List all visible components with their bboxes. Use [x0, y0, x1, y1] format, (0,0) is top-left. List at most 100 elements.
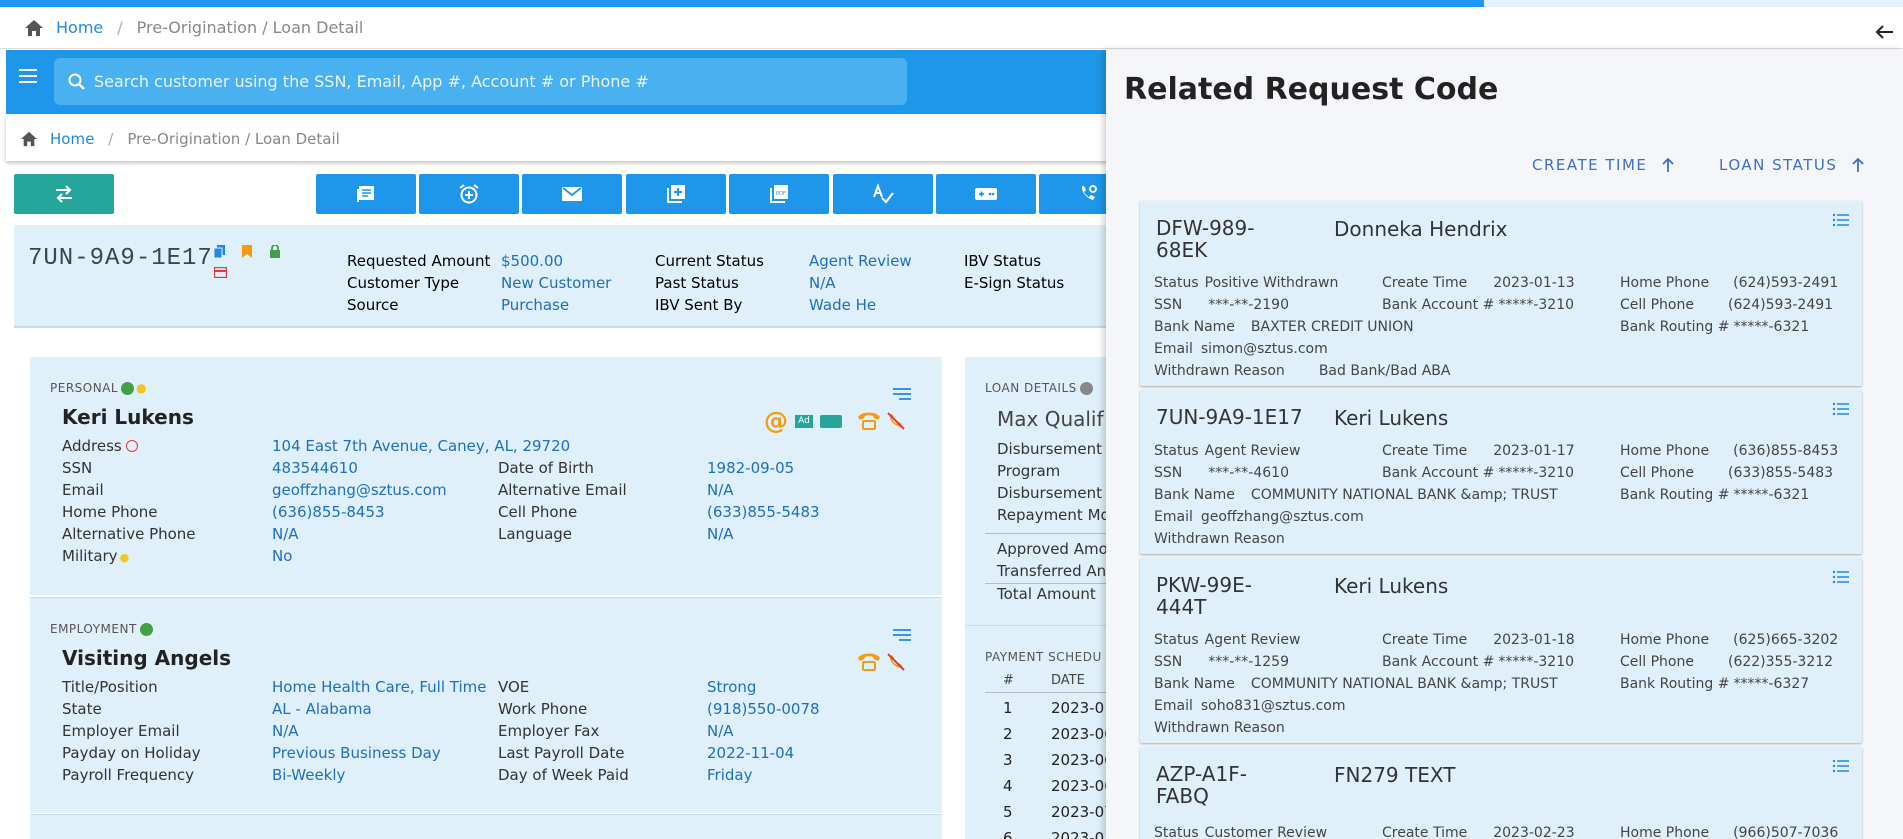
copy-icon[interactable] [214, 245, 226, 258]
personal-card: PERSONAL ● Keri Lukens @ Ad Address 104 … [30, 357, 942, 595]
phone-settings-icon [1077, 183, 1099, 205]
back-arrow-icon[interactable] [1875, 24, 1895, 40]
list-icon[interactable] [892, 387, 912, 401]
employer-email-value: N/A [272, 722, 299, 740]
phone-settings-button[interactable] [1039, 174, 1116, 214]
keyboard-icon[interactable] [820, 415, 842, 428]
request-bank-routing: Bank Routing # *****-6321 [1620, 487, 1810, 503]
loan-summary-card: 7UN-9A9-1E17 Requested Amount $500.00 Cu… [14, 225, 1114, 328]
notes-button[interactable] [316, 174, 416, 214]
request-status: Status Agent Review [1154, 632, 1301, 648]
alarm-add-icon [458, 183, 480, 205]
app-header: Search customer using the SSN, Email, Ap… [6, 50, 1116, 114]
list-icon[interactable] [1832, 570, 1850, 584]
request-card[interactable]: PKW-99E-444T Keri Lukens Status Agent Rev… [1140, 558, 1862, 743]
credit-card-icon[interactable] [214, 267, 227, 278]
gamepad-button[interactable] [936, 174, 1036, 214]
schedule-header-date: DATE [1051, 673, 1085, 688]
request-card[interactable]: AZP-A1F-FABQ FN279 TEXT Status Customer R… [1140, 747, 1862, 839]
title-label: Title/Position [62, 678, 158, 696]
work-phone-label: Work Phone [498, 700, 588, 718]
state-label: State [62, 700, 102, 718]
request-code: PKW-99E-444T [1156, 573, 1252, 619]
request-status: Status Positive Withdrawn [1154, 275, 1339, 291]
breadcrumb-current: Pre-Origination / Loan Detail [127, 130, 340, 148]
phone-icon[interactable] [856, 650, 882, 672]
spellcheck-button[interactable] [833, 174, 933, 214]
request-home-phone: Home Phone (966)507-7036 [1620, 825, 1839, 839]
no-call-icon[interactable] [886, 411, 906, 431]
breadcrumb-separator: / [108, 130, 114, 148]
language-label: Language [498, 525, 573, 543]
military-value: No [272, 547, 293, 565]
payroll-frequency-label: Payroll Frequency [62, 766, 195, 784]
sort-create-time[interactable]: CREATE TIME [1532, 156, 1675, 174]
request-bank-name: Bank Name BAXTER CREDIT UNION [1154, 319, 1414, 335]
verified-check-icon [121, 381, 135, 395]
phone-icon[interactable] [856, 409, 882, 431]
sort-loan-status[interactable]: LOAN STATUS [1719, 156, 1865, 174]
lightbulb-icon: ● [119, 551, 130, 564]
payment-schedule-title: PAYMENT SCHEDU [985, 650, 1102, 664]
library-add-button[interactable] [626, 174, 726, 214]
request-bank-routing: Bank Routing # *****-6327 [1620, 676, 1810, 692]
request-code: 7UN-9A9-1E17 [1156, 405, 1303, 429]
help-icon [1079, 381, 1093, 395]
payday-holiday-label: Payday on Holiday [62, 744, 201, 762]
language-value: N/A [707, 525, 734, 543]
panel-title: Related Request Code [1124, 72, 1499, 107]
request-bank-routing: Bank Routing # *****-6321 [1620, 319, 1810, 335]
work-phone-value: (918)550-0078 [707, 700, 820, 718]
list-icon[interactable] [892, 628, 912, 642]
lock-icon[interactable] [269, 245, 281, 258]
ibv-sent-by-value: Wade He [809, 296, 877, 314]
request-bank-account: Bank Account # *****-3210 [1382, 654, 1575, 670]
request-code: DFW-989-68EK [1156, 216, 1255, 262]
loan-detail-row: Total Amount [997, 585, 1096, 603]
alt-phone-label: Alternative Phone [62, 525, 196, 543]
past-status-value: N/A [809, 274, 836, 292]
request-bank-name: Bank Name COMMUNITY NATIONAL BANK &amp; T… [1154, 676, 1558, 692]
ibv-sent-by-label: IBV Sent By [655, 296, 743, 314]
loan-details-card: LOAN DETAILS Max Qualif Disbursement Pro… [965, 357, 1115, 839]
request-create-time: Create Time 2023-01-13 [1382, 275, 1575, 291]
request-customer-name: Donneka Hendrix [1334, 217, 1508, 241]
request-withdrawn-reason: Withdrawn Reason [1154, 531, 1285, 547]
last-payroll-label: Last Payroll Date [498, 744, 625, 762]
swap-button[interactable] [14, 174, 114, 214]
email-value: geoffzhang@sztus.com [272, 481, 447, 499]
search-input[interactable]: Search customer using the SSN, Email, Ap… [54, 58, 907, 105]
alarm-add-button[interactable] [419, 174, 519, 214]
pdf-button[interactable]: PDF [729, 174, 829, 214]
arrow-up-icon [1661, 157, 1675, 173]
requested-amount-label: Requested Amount [347, 252, 491, 270]
breadcrumb-home-link[interactable]: Home [56, 18, 103, 37]
email-at-icon[interactable]: @ [764, 407, 788, 435]
request-create-time: Create Time 2023-02-23 [1382, 825, 1575, 839]
request-cell-phone: Cell Phone (624)593-2491 [1620, 297, 1834, 313]
list-icon[interactable] [1832, 213, 1850, 227]
no-call-icon[interactable] [886, 652, 906, 672]
breadcrumb-current: Pre-Origination / Loan Detail [136, 18, 364, 37]
list-icon[interactable] [1832, 759, 1850, 773]
mail-button[interactable] [522, 174, 622, 214]
ssn-label: SSN [62, 459, 93, 477]
alt-email-value: N/A [707, 481, 734, 499]
alt-phone-value: N/A [272, 525, 299, 543]
menu-icon[interactable] [18, 68, 38, 84]
customer-type-label: Customer Type [347, 274, 460, 292]
breadcrumb-home-link[interactable]: Home [50, 130, 94, 148]
request-card[interactable]: 7UN-9A9-1E17 Keri Lukens Status Agent Rev… [1140, 390, 1862, 554]
request-customer-name: FN279 TEXT [1334, 763, 1456, 787]
list-icon[interactable] [1832, 402, 1850, 416]
home-icon[interactable] [24, 19, 44, 37]
mail-icon [561, 185, 583, 203]
app-root: Home / Pre-Origination / Loan Detail Sea… [0, 0, 1903, 839]
cell-phone-label: Cell Phone [498, 503, 578, 521]
home-icon[interactable] [20, 131, 38, 147]
employer-email-label: Employer Email [62, 722, 180, 740]
request-bank-name: Bank Name COMMUNITY NATIONAL BANK &amp; T… [1154, 487, 1558, 503]
request-card[interactable]: DFW-989-68EK Donneka Hendrix Status Posit… [1140, 201, 1862, 386]
bookmark-icon[interactable] [242, 245, 252, 258]
ad-icon[interactable]: Ad [795, 415, 813, 428]
